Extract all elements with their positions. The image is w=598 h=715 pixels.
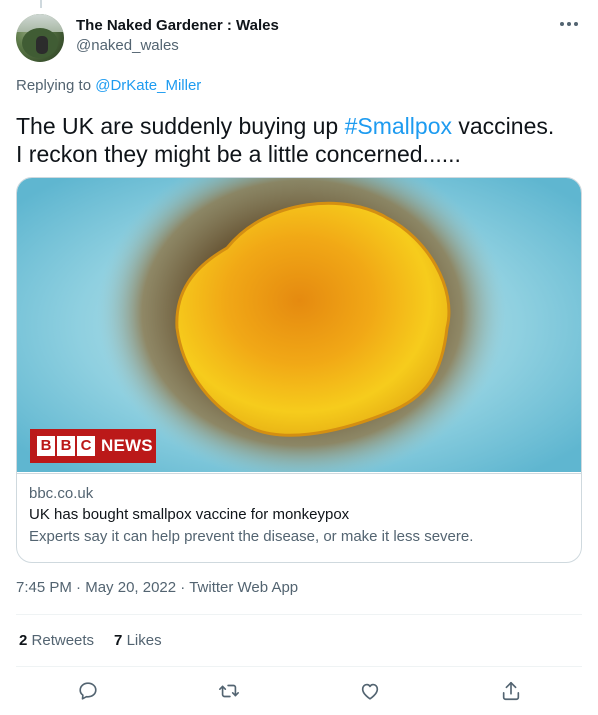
share-icon-svg bbox=[502, 681, 520, 701]
more-dot bbox=[567, 22, 571, 26]
replying-to-link[interactable]: @DrKate_Miller bbox=[95, 77, 201, 94]
avatar-figure bbox=[36, 36, 48, 54]
retweets-count: 2 bbox=[19, 632, 28, 649]
thread-connector-line bbox=[40, 0, 42, 8]
card-domain: bbc.co.uk bbox=[29, 485, 94, 502]
reply-icon[interactable] bbox=[75, 678, 101, 704]
tweet-source[interactable]: Twitter Web App bbox=[189, 579, 298, 596]
more-dot bbox=[574, 22, 578, 26]
more-icon[interactable] bbox=[560, 18, 578, 30]
separator: · bbox=[71, 579, 86, 596]
heart-icon-svg bbox=[361, 683, 379, 700]
card-image bbox=[17, 178, 581, 472]
retweet-icon-svg bbox=[219, 684, 239, 698]
bbc-logo-letter: B bbox=[57, 436, 75, 456]
more-dot bbox=[560, 22, 564, 26]
card-body: bbc.co.uk UK has bought smallpox vaccine… bbox=[17, 473, 581, 562]
author-handle[interactable]: @naked_wales bbox=[76, 36, 279, 56]
bbc-logo-letter: C bbox=[77, 436, 95, 456]
card-description: Experts say it can help prevent the dise… bbox=[29, 528, 474, 545]
tweet-timestamp: 7:45 PM · May 20, 2022 · Twitter Web App bbox=[16, 579, 298, 596]
tweet-stats: 2 Retweets 7 Likes bbox=[19, 632, 162, 649]
retweets-stat[interactable]: 2 Retweets bbox=[19, 632, 94, 649]
divider bbox=[16, 666, 582, 667]
replying-to: Replying to @DrKate_Miller bbox=[16, 77, 201, 94]
bbc-logo-letter: B bbox=[37, 436, 55, 456]
tweet-text-start: The UK are suddenly buying up bbox=[16, 113, 345, 139]
link-preview-card[interactable]: B B C NEWS bbc.co.uk UK has bought small… bbox=[16, 177, 582, 563]
replying-to-prefix: Replying to bbox=[16, 77, 96, 94]
tweet-time[interactable]: 7:45 PM bbox=[16, 579, 72, 596]
card-title: UK has bought smallpox vaccine for monke… bbox=[29, 506, 350, 523]
tweet-text-line2: I reckon they might be a little concerne… bbox=[16, 141, 461, 167]
hashtag-link[interactable]: #Smallpox bbox=[345, 113, 452, 139]
avatar[interactable] bbox=[16, 14, 64, 62]
bbc-news-logo: B B C NEWS bbox=[30, 429, 156, 463]
likes-stat[interactable]: 7 Likes bbox=[114, 632, 162, 649]
likes-label: Likes bbox=[126, 632, 162, 649]
tweet-text-end: vaccines. bbox=[451, 113, 555, 139]
author-display-name[interactable]: The Naked Gardener : Wales bbox=[76, 16, 279, 36]
tweet-actions bbox=[0, 678, 598, 704]
retweet-icon[interactable] bbox=[216, 678, 242, 704]
tweet-header: The Naked Gardener : Wales @naked_wales bbox=[16, 12, 582, 64]
author-names: The Naked Gardener : Wales @naked_wales bbox=[76, 16, 279, 56]
heart-icon[interactable] bbox=[357, 678, 383, 704]
tweet-date[interactable]: May 20, 2022 bbox=[85, 579, 176, 596]
divider bbox=[16, 614, 582, 615]
retweets-label: Retweets bbox=[31, 632, 95, 649]
separator: · bbox=[176, 579, 190, 596]
reply-icon-svg bbox=[79, 682, 97, 700]
tweet-text: The UK are suddenly buying up #Smallpox … bbox=[16, 112, 582, 168]
likes-count: 7 bbox=[114, 632, 123, 649]
share-icon[interactable] bbox=[498, 678, 524, 704]
bbc-logo-news: NEWS bbox=[101, 436, 153, 455]
